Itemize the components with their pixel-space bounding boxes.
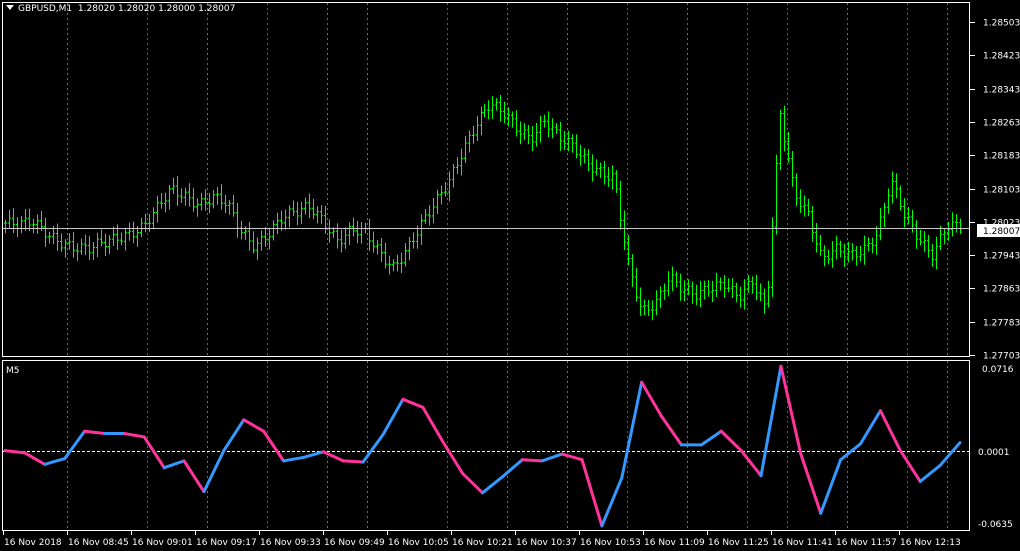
price-tick-label: 1.27703 bbox=[983, 352, 1020, 362]
ohlc-values: 1.28020 1.28020 1.28000 1.28007 bbox=[77, 4, 236, 14]
price-tick-label: 1.28183 bbox=[983, 152, 1020, 162]
time-tick-label: 16 Nov 11:57 bbox=[836, 538, 897, 548]
price-tick-label: 1.28503 bbox=[983, 19, 1020, 29]
indicator-name: M5 bbox=[6, 366, 20, 376]
symbol-label: GBPUSD,M1 bbox=[18, 4, 73, 14]
price-tick-label: 1.27863 bbox=[983, 285, 1020, 295]
current-price-label: 1.28007 bbox=[983, 227, 1020, 237]
time-tick-label: 16 Nov 11:25 bbox=[708, 538, 769, 548]
time-tick-label: 16 Nov 2018 bbox=[4, 538, 62, 548]
current-price-marker: 1.28007 bbox=[977, 224, 1020, 237]
time-tick-label: 16 Nov 11:41 bbox=[772, 538, 833, 548]
indicator-segment bbox=[520, 458, 544, 463]
chart-canvas[interactable]: 1.28503 1.28423 1.28343 1.28263 1.28183 1.281… bbox=[0, 0, 1020, 551]
time-tick-label: 16 Nov 08:45 bbox=[68, 538, 129, 548]
symbol-header[interactable]: GBPUSD,M1 1.28020 1.28020 1.28000 1.2800… bbox=[6, 4, 235, 14]
time-tick-label: 16 Nov 10:05 bbox=[388, 538, 449, 548]
indicator-segment bbox=[341, 459, 365, 464]
price-tick-label: 1.27783 bbox=[983, 319, 1020, 329]
time-tick-label: 16 Nov 09:17 bbox=[196, 538, 257, 548]
time-tick-label: 16 Nov 12:13 bbox=[900, 538, 961, 548]
time-tick-label: 16 Nov 11:09 bbox=[644, 538, 705, 548]
time-tick-label: 16 Nov 10:21 bbox=[452, 538, 513, 548]
time-tick-label: 16 Nov 10:37 bbox=[516, 538, 577, 548]
time-tick-label: 16 Nov 09:01 bbox=[132, 538, 193, 548]
triangle-down-icon[interactable] bbox=[6, 5, 14, 10]
time-tick-label: 16 Nov 09:49 bbox=[324, 538, 385, 548]
price-tick-label: 1.28103 bbox=[983, 186, 1020, 196]
indicator-zero-label: 0.0001 bbox=[978, 448, 1010, 458]
price-tick-label: 1.28423 bbox=[983, 52, 1020, 62]
price-tick-label: 1.27943 bbox=[983, 252, 1020, 262]
time-tick-label: 16 Nov 09:33 bbox=[260, 538, 321, 548]
indicator-max-label: 0.0716 bbox=[982, 365, 1014, 375]
indicator-min-label: -0.0635 bbox=[978, 520, 1013, 530]
price-tick-label: 1.28343 bbox=[983, 86, 1020, 96]
price-tick-label: 1.28263 bbox=[983, 119, 1020, 129]
time-tick-label: 16 Nov 10:53 bbox=[580, 538, 641, 548]
